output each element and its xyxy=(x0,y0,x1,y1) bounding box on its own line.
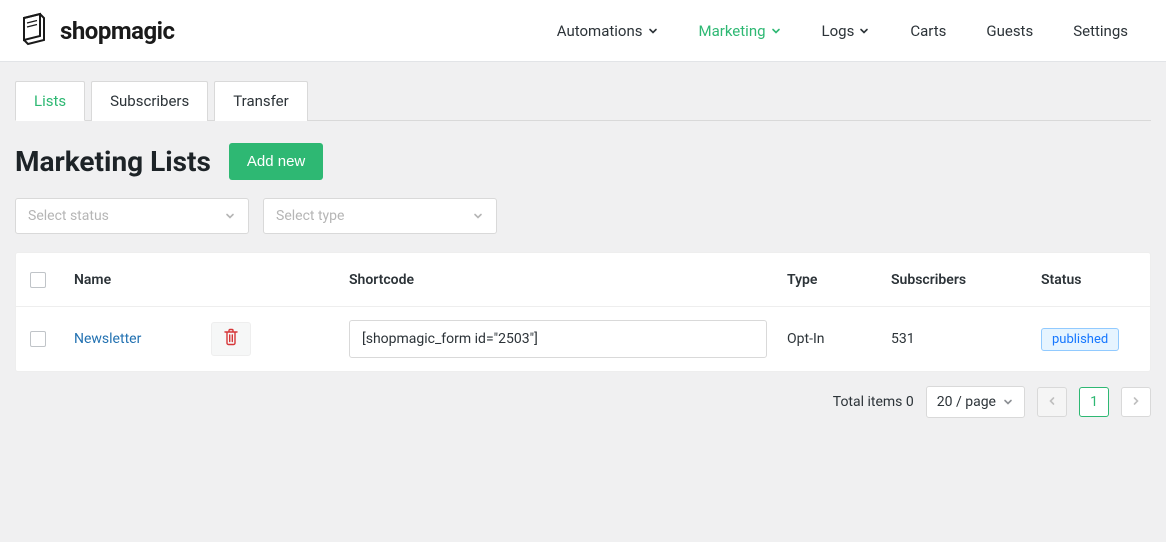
chevron-down-icon xyxy=(770,25,782,37)
status-filter-placeholder: Select status xyxy=(28,208,109,224)
pagination: Total items 0 20 / page 1 xyxy=(15,386,1151,418)
chevron-down-icon xyxy=(858,25,870,37)
type-filter-placeholder: Select type xyxy=(276,208,344,224)
nav-marketing[interactable]: Marketing xyxy=(699,22,782,40)
page-size-label: 20 / page xyxy=(937,394,996,410)
list-name-link[interactable]: Newsletter xyxy=(74,331,141,347)
shortcode-input[interactable] xyxy=(349,320,767,358)
chevron-left-icon xyxy=(1047,394,1057,410)
nav-logs-label: Logs xyxy=(822,22,855,40)
brand-logo-icon xyxy=(18,12,50,50)
filters-row: Select status Select type xyxy=(15,198,1151,234)
chevron-down-icon xyxy=(647,25,659,37)
prev-page-button[interactable] xyxy=(1037,387,1067,417)
nav-carts-label: Carts xyxy=(910,22,946,40)
content-area: Lists Subscribers Transfer Marketing Lis… xyxy=(0,62,1166,436)
row-subscribers: 531 xyxy=(891,331,1041,347)
col-header-status: Status xyxy=(1041,272,1136,288)
col-header-shortcode: Shortcode xyxy=(349,272,787,288)
tab-subscribers[interactable]: Subscribers xyxy=(91,81,208,121)
nav-logs[interactable]: Logs xyxy=(822,22,871,40)
tab-transfer[interactable]: Transfer xyxy=(214,81,307,121)
sub-tabs: Lists Subscribers Transfer xyxy=(15,80,1151,121)
nav-guests-label: Guests xyxy=(986,22,1033,40)
select-all-checkbox[interactable] xyxy=(30,272,46,288)
page-size-select[interactable]: 20 / page xyxy=(926,386,1025,418)
row-type: Opt-In xyxy=(787,331,891,347)
main-nav: Automations Marketing Logs Carts Guests … xyxy=(557,22,1148,40)
chevron-down-icon xyxy=(224,210,236,222)
status-badge: published xyxy=(1041,328,1119,351)
row-checkbox[interactable] xyxy=(30,331,46,347)
page-title: Marketing Lists xyxy=(15,145,211,178)
tab-subscribers-label: Subscribers xyxy=(110,92,189,110)
nav-guests[interactable]: Guests xyxy=(986,22,1033,40)
chevron-down-icon xyxy=(472,210,484,222)
top-bar: shopmagic Automations Marketing Logs Car… xyxy=(0,0,1166,62)
page-number-button[interactable]: 1 xyxy=(1079,387,1109,417)
tab-lists[interactable]: Lists xyxy=(15,81,85,121)
nav-settings[interactable]: Settings xyxy=(1073,22,1128,40)
col-header-subscribers: Subscribers xyxy=(891,272,1041,288)
title-row: Marketing Lists Add new xyxy=(15,143,1151,180)
trash-icon xyxy=(223,328,239,350)
chevron-right-icon xyxy=(1131,394,1141,410)
table-header-row: Name Shortcode Type Subscribers Status xyxy=(16,253,1150,307)
type-filter-select[interactable]: Select type xyxy=(263,198,497,234)
brand: shopmagic xyxy=(18,12,175,50)
chevron-down-icon xyxy=(1002,396,1014,408)
nav-automations[interactable]: Automations xyxy=(557,22,659,40)
nav-settings-label: Settings xyxy=(1073,22,1128,40)
page-number-label: 1 xyxy=(1090,394,1098,410)
lists-table: Name Shortcode Type Subscribers Status N… xyxy=(15,252,1151,372)
tab-lists-label: Lists xyxy=(34,92,66,110)
add-new-button[interactable]: Add new xyxy=(229,143,323,180)
status-filter-select[interactable]: Select status xyxy=(15,198,249,234)
col-header-type: Type xyxy=(787,272,891,288)
next-page-button[interactable] xyxy=(1121,387,1151,417)
table-row: Newsletter Opt-In 531 published xyxy=(16,307,1150,371)
nav-carts[interactable]: Carts xyxy=(910,22,946,40)
nav-automations-label: Automations xyxy=(557,22,643,40)
col-header-name: Name xyxy=(74,272,349,288)
tab-transfer-label: Transfer xyxy=(233,92,288,110)
nav-marketing-label: Marketing xyxy=(699,22,766,40)
total-items-label: Total items 0 xyxy=(833,394,914,410)
delete-button[interactable] xyxy=(211,322,251,356)
brand-name: shopmagic xyxy=(60,17,175,45)
